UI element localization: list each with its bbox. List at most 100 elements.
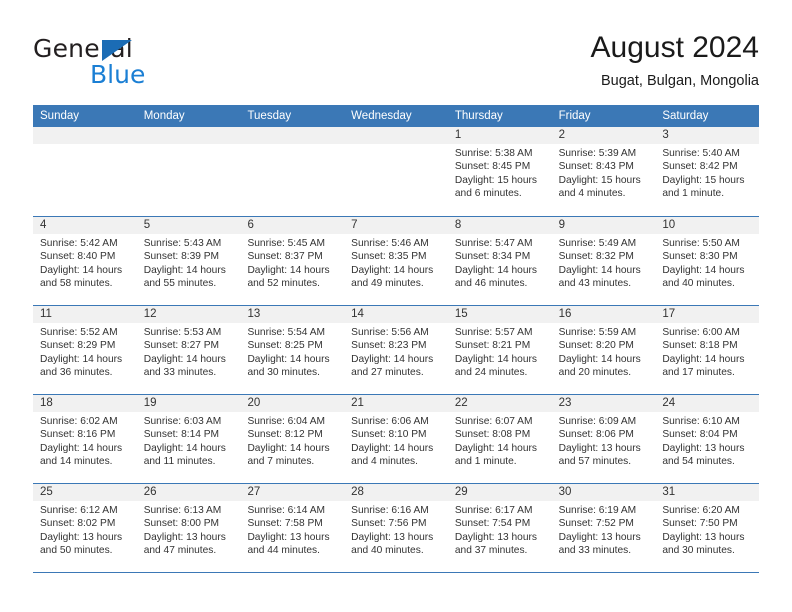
sunrise-time: Sunrise: 6:09 AM bbox=[558, 416, 637, 427]
weekday-header-tuesday: Tuesday bbox=[247, 110, 292, 122]
calendar-day-cell[interactable]: 14 Sunrise: 5:56 AM Sunset: 8:23 PM Dayligh… bbox=[344, 306, 448, 394]
daylight-duration: Daylight: 13 hours and 50 minutes. bbox=[40, 531, 123, 557]
sunrise-time: Sunrise: 5:46 AM bbox=[351, 238, 429, 249]
brand-logo[interactable]: General Blue bbox=[33, 36, 263, 92]
calendar-day-cell[interactable]: 12 Sunrise: 5:53 AM Sunset: 8:27 PM Dayligh… bbox=[136, 306, 241, 394]
sunset-time: Sunset: 8:43 PM bbox=[558, 161, 634, 173]
calendar-day-cell[interactable]: 31 Sunrise: 6:20 AM Sunset: 7:50 PM Dayligh… bbox=[655, 484, 760, 572]
calendar-day-cell[interactable]: 28 Sunrise: 6:16 AM Sunset: 7:56 PM Dayligh… bbox=[344, 484, 448, 572]
day-sun-info: Sunrise: 6:19 AM Sunset: 7:52 PM Daylight:… bbox=[552, 501, 656, 558]
calendar-day-cell[interactable]: 2 Sunrise: 5:39 AM Sunset: 8:43 PM Daylight… bbox=[551, 127, 656, 216]
day-sun-info: Sunrise: 5:53 AM Sunset: 8:27 PM Daylight:… bbox=[137, 323, 241, 380]
weekday-header-monday: Monday bbox=[143, 110, 185, 122]
day-sun-info: Sunrise: 6:09 AM Sunset: 8:06 PM Daylight:… bbox=[552, 412, 656, 469]
calendar-page: General Blue August 2024 Bugat, Bulgan, … bbox=[0, 0, 792, 612]
calendar-day-cell[interactable]: 29 Sunrise: 6:17 AM Sunset: 7:54 PM Dayligh… bbox=[447, 484, 552, 572]
day-number: 9 bbox=[551, 217, 656, 234]
daylight-duration: Daylight: 14 hours and 1 minute. bbox=[454, 442, 537, 468]
location-subtitle: Bugat, Bulgan, Mongolia bbox=[601, 73, 759, 89]
calendar-weeks: 1 Sunrise: 5:38 AM Sunset: 8:45 PM Daylight… bbox=[33, 127, 760, 572]
sunset-time: Sunset: 7:56 PM bbox=[351, 518, 427, 530]
daylight-duration: Daylight: 14 hours and 27 minutes. bbox=[351, 353, 434, 379]
calendar-day-cell[interactable]: 27 Sunrise: 6:14 AM Sunset: 7:58 PM Dayligh… bbox=[240, 484, 345, 572]
calendar-day-cell[interactable]: 15 Sunrise: 5:57 AM Sunset: 8:21 PM Dayligh… bbox=[447, 306, 552, 394]
sunrise-time: Sunrise: 5:49 AM bbox=[558, 238, 637, 249]
day-sun-info: Sunrise: 5:40 AM Sunset: 8:42 PM Daylight:… bbox=[655, 144, 759, 201]
day-number: 29 bbox=[447, 484, 552, 501]
day-sun-info: Sunrise: 5:59 AM Sunset: 8:20 PM Daylight:… bbox=[552, 323, 656, 380]
day-number: 26 bbox=[136, 484, 241, 501]
sunrise-time: Sunrise: 5:54 AM bbox=[247, 327, 326, 338]
day-sun-info: Sunrise: 6:14 AM Sunset: 7:58 PM Daylight:… bbox=[240, 501, 344, 558]
weekday-header-friday: Friday bbox=[558, 110, 591, 122]
sunrise-time: Sunrise: 5:40 AM bbox=[662, 148, 740, 159]
day-sun-info: Sunrise: 6:12 AM Sunset: 8:02 PM Daylight:… bbox=[33, 501, 137, 558]
day-sun-info: Sunrise: 5:57 AM Sunset: 8:21 PM Daylight:… bbox=[448, 323, 552, 380]
calendar-day-cell[interactable]: 9 Sunrise: 5:49 AM Sunset: 8:32 PM Daylight… bbox=[551, 217, 656, 305]
calendar-day-cell[interactable]: 21 Sunrise: 6:06 AM Sunset: 8:10 PM Dayligh… bbox=[344, 395, 448, 483]
sunrise-time: Sunrise: 6:12 AM bbox=[40, 505, 118, 516]
day-number: 4 bbox=[33, 217, 137, 234]
calendar-day-cell-empty[interactable] bbox=[240, 127, 345, 216]
sunrise-time: Sunrise: 6:16 AM bbox=[351, 505, 429, 516]
calendar-day-cell[interactable]: 24 Sunrise: 6:10 AM Sunset: 8:04 PM Dayligh… bbox=[655, 395, 760, 483]
calendar-day-cell[interactable]: 25 Sunrise: 6:12 AM Sunset: 8:02 PM Dayligh… bbox=[33, 484, 137, 572]
sunset-time: Sunset: 8:40 PM bbox=[40, 251, 116, 263]
sunset-time: Sunset: 8:12 PM bbox=[247, 429, 323, 441]
weekday-header-wednesday: Wednesday bbox=[351, 110, 412, 122]
calendar-day-cell[interactable]: 19 Sunrise: 6:03 AM Sunset: 8:14 PM Dayligh… bbox=[136, 395, 241, 483]
daylight-duration: Daylight: 13 hours and 44 minutes. bbox=[247, 531, 330, 557]
day-number: 14 bbox=[344, 306, 448, 323]
calendar-day-cell[interactable]: 30 Sunrise: 6:19 AM Sunset: 7:52 PM Dayligh… bbox=[551, 484, 656, 572]
calendar-day-cell[interactable]: 23 Sunrise: 6:09 AM Sunset: 8:06 PM Dayligh… bbox=[551, 395, 656, 483]
day-number: 5 bbox=[136, 217, 241, 234]
day-sun-info: Sunrise: 6:02 AM Sunset: 8:16 PM Daylight:… bbox=[33, 412, 137, 469]
sunrise-time: Sunrise: 6:07 AM bbox=[454, 416, 533, 427]
sunset-time: Sunset: 8:27 PM bbox=[143, 340, 220, 352]
sunset-time: Sunset: 8:21 PM bbox=[454, 340, 531, 352]
sunset-time: Sunset: 7:50 PM bbox=[662, 518, 738, 530]
sunrise-time: Sunrise: 5:42 AM bbox=[40, 238, 118, 249]
day-sun-info: Sunrise: 5:38 AM Sunset: 8:45 PM Daylight:… bbox=[448, 144, 552, 201]
calendar-day-cell[interactable]: 20 Sunrise: 6:04 AM Sunset: 8:12 PM Dayligh… bbox=[240, 395, 345, 483]
day-sun-info: Sunrise: 5:42 AM Sunset: 8:40 PM Daylight:… bbox=[33, 234, 137, 291]
daylight-duration: Daylight: 13 hours and 54 minutes. bbox=[662, 442, 745, 468]
day-number: 1 bbox=[447, 127, 552, 144]
day-number: 10 bbox=[655, 217, 760, 234]
daylight-duration: Daylight: 13 hours and 33 minutes. bbox=[558, 531, 641, 557]
sunset-time: Sunset: 8:35 PM bbox=[351, 251, 427, 263]
calendar-day-cell-empty[interactable] bbox=[33, 127, 137, 216]
calendar-day-cell-empty[interactable] bbox=[344, 127, 448, 216]
calendar-day-cell[interactable]: 26 Sunrise: 6:13 AM Sunset: 8:00 PM Dayligh… bbox=[136, 484, 241, 572]
sunset-time: Sunset: 8:29 PM bbox=[40, 340, 116, 352]
calendar-day-cell[interactable]: 17 Sunrise: 6:00 AM Sunset: 8:18 PM Dayligh… bbox=[655, 306, 760, 394]
daylight-duration: Daylight: 14 hours and 11 minutes. bbox=[143, 442, 226, 468]
daylight-duration: Daylight: 14 hours and 20 minutes. bbox=[558, 353, 641, 379]
calendar-day-cell[interactable]: 6 Sunrise: 5:45 AM Sunset: 8:37 PM Daylight… bbox=[240, 217, 345, 305]
calendar-day-cell[interactable]: 11 Sunrise: 5:52 AM Sunset: 8:29 PM Dayligh… bbox=[33, 306, 137, 394]
calendar-day-cell[interactable]: 18 Sunrise: 6:02 AM Sunset: 8:16 PM Dayligh… bbox=[33, 395, 137, 483]
sunrise-time: Sunrise: 6:06 AM bbox=[351, 416, 429, 427]
calendar-day-cell[interactable]: 4 Sunrise: 5:42 AM Sunset: 8:40 PM Daylight… bbox=[33, 217, 137, 305]
calendar-day-cell[interactable]: 22 Sunrise: 6:07 AM Sunset: 8:08 PM Dayligh… bbox=[447, 395, 552, 483]
calendar-day-cell-empty[interactable] bbox=[136, 127, 241, 216]
sunrise-time: Sunrise: 5:47 AM bbox=[454, 238, 533, 249]
daylight-duration: Daylight: 14 hours and 17 minutes. bbox=[662, 353, 745, 379]
calendar-day-cell[interactable]: 5 Sunrise: 5:43 AM Sunset: 8:39 PM Daylight… bbox=[136, 217, 241, 305]
calendar-day-cell[interactable]: 1 Sunrise: 5:38 AM Sunset: 8:45 PM Daylight… bbox=[447, 127, 552, 216]
calendar-day-cell[interactable]: 8 Sunrise: 5:47 AM Sunset: 8:34 PM Daylight… bbox=[447, 217, 552, 305]
calendar-day-cell[interactable]: 3 Sunrise: 5:40 AM Sunset: 8:42 PM Daylight… bbox=[655, 127, 760, 216]
sunrise-time: Sunrise: 5:53 AM bbox=[143, 327, 222, 338]
day-number: 12 bbox=[136, 306, 241, 323]
sunrise-time: Sunrise: 6:14 AM bbox=[247, 505, 326, 516]
weekday-header-sunday: Sunday bbox=[40, 110, 80, 122]
calendar-day-cell[interactable]: 16 Sunrise: 5:59 AM Sunset: 8:20 PM Dayligh… bbox=[551, 306, 656, 394]
day-number: 15 bbox=[447, 306, 552, 323]
calendar-week-row: 4 Sunrise: 5:42 AM Sunset: 8:40 PM Daylight… bbox=[33, 216, 760, 305]
calendar-day-cell[interactable]: 7 Sunrise: 5:46 AM Sunset: 8:35 PM Daylight… bbox=[344, 217, 448, 305]
calendar-day-cell[interactable]: 13 Sunrise: 5:54 AM Sunset: 8:25 PM Dayligh… bbox=[240, 306, 345, 394]
day-number bbox=[240, 127, 345, 144]
calendar-day-cell[interactable]: 10 Sunrise: 5:50 AM Sunset: 8:30 PM Dayligh… bbox=[655, 217, 760, 305]
sunrise-time: Sunrise: 6:17 AM bbox=[454, 505, 533, 516]
day-sun-info: Sunrise: 5:49 AM Sunset: 8:32 PM Daylight:… bbox=[552, 234, 656, 291]
